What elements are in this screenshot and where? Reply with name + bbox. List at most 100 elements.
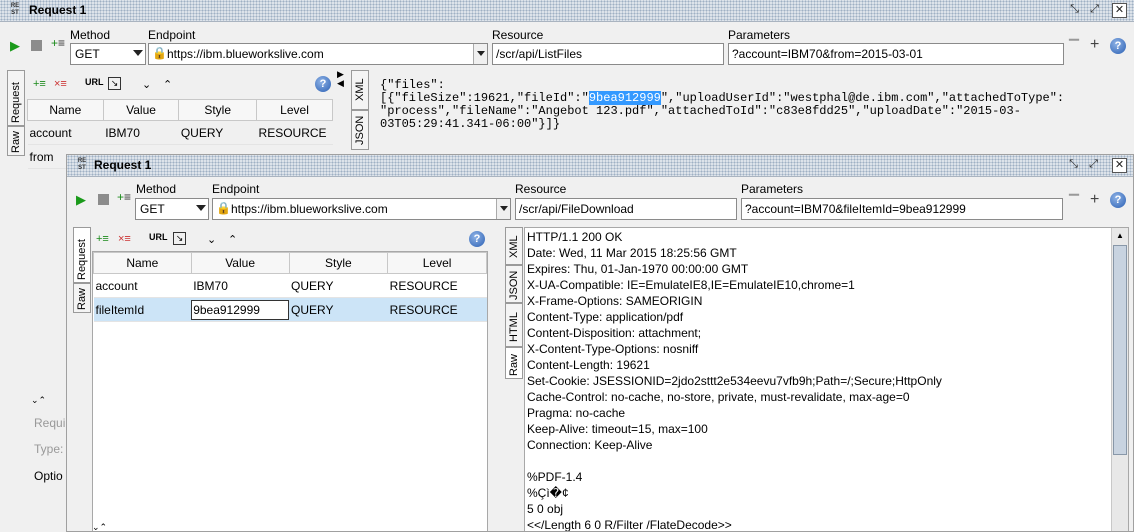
front-request-window: RE ST Request 1 ⤡ ⤢ ✕ Method Endpoint Res… xyxy=(66,154,1134,532)
lock-icon: 🔒 xyxy=(216,201,231,215)
close-icon[interactable]: ✕ xyxy=(1112,3,1127,18)
col-level[interactable]: Level xyxy=(387,252,487,274)
method-select[interactable]: GET xyxy=(70,43,146,65)
col-name[interactable]: Name xyxy=(27,99,104,121)
help-icon[interactable]: ? xyxy=(1110,192,1126,208)
json-response[interactable]: {"files": [{"fileSize":19621,"fileId":"9… xyxy=(380,79,1064,131)
move-up-icon[interactable]: ⌃ xyxy=(228,233,237,247)
back-window-titlebar[interactable]: RE ST Request 1 ⤡ ⤢ ✕ xyxy=(0,0,1134,22)
add-param-row-icon[interactable]: +≡ xyxy=(33,77,46,91)
col-value[interactable]: Value xyxy=(102,99,180,121)
collapse-icon[interactable]: ⌄⌃ xyxy=(31,393,46,407)
params-edit-icon[interactable]: ▔ xyxy=(1069,195,1079,209)
table-help-icon[interactable]: ? xyxy=(315,76,331,92)
resource-field[interactable]: /scr/api/ListFiles xyxy=(492,43,724,65)
table-row[interactable]: account IBM70 QUERY RESOURCE xyxy=(27,120,333,145)
col-style[interactable]: Style xyxy=(288,252,389,274)
remove-param-row-icon[interactable]: ×≡ xyxy=(118,232,131,246)
param-value[interactable]: IBM70 xyxy=(103,120,179,145)
endpoint-dropdown-icon[interactable] xyxy=(496,199,510,219)
endpoint-field[interactable]: 🔒 https://ibm.blueworkslive.com xyxy=(212,198,511,220)
add-param-row-icon[interactable]: +≡ xyxy=(96,232,109,246)
run-icon[interactable]: ▶ xyxy=(76,193,86,207)
move-up-icon[interactable]: ⌃ xyxy=(163,78,172,92)
param-name[interactable]: account xyxy=(93,273,192,298)
tab-json[interactable]: JSON xyxy=(351,110,369,150)
stop-icon[interactable] xyxy=(31,40,42,51)
remove-param-row-icon[interactable]: ×≡ xyxy=(54,77,67,91)
response-line: Connection: Keep-Alive xyxy=(527,438,653,452)
param-value-editor[interactable]: 9bea912999 xyxy=(191,297,289,322)
front-params-table: Name Value Style Level account IBM70 QUE… xyxy=(93,252,487,322)
scroll-thumb[interactable] xyxy=(1113,245,1127,455)
method-value: GET xyxy=(75,47,100,61)
endpoint-label: Endpoint xyxy=(148,28,196,42)
collapse-icon[interactable]: ⌄⌃ xyxy=(92,520,107,531)
chevron-down-icon xyxy=(133,50,143,56)
maximize-icon[interactable]: ⤢ xyxy=(1087,3,1102,18)
splitter-icon[interactable]: ▶ ◀ xyxy=(337,70,344,88)
param-name[interactable]: fileItemId xyxy=(93,297,192,322)
front-window-titlebar[interactable]: RE ST Request 1 ⤡ ⤢ ✕ xyxy=(67,155,1133,177)
tab-raw-response[interactable]: Raw xyxy=(505,347,523,379)
tab-xml[interactable]: XML xyxy=(505,227,523,265)
move-down-icon[interactable]: ⌄ xyxy=(142,78,151,92)
minimize-icon[interactable]: ⤡ xyxy=(1067,3,1082,18)
col-value[interactable]: Value xyxy=(190,252,290,274)
tab-html[interactable]: HTML xyxy=(505,303,523,347)
front-window-title: Request 1 xyxy=(94,158,152,172)
maximize-icon[interactable]: ⤢ xyxy=(1086,158,1101,173)
required-label: Requi xyxy=(34,416,66,430)
resource-field[interactable]: /scr/api/FileDownload xyxy=(515,198,737,220)
endpoint-dropdown-icon[interactable] xyxy=(473,44,487,64)
param-style[interactable]: QUERY xyxy=(289,273,388,298)
add-param-icon[interactable]: + xyxy=(1090,192,1099,208)
param-level[interactable]: RESOURCE xyxy=(387,273,487,298)
tab-raw[interactable]: Raw xyxy=(73,283,91,313)
tab-raw[interactable]: Raw xyxy=(7,126,25,156)
run-icon[interactable]: ▶ xyxy=(10,39,20,53)
stop-icon[interactable] xyxy=(98,194,109,205)
endpoint-field[interactable]: 🔒 https://ibm.blueworkslive.com xyxy=(148,43,488,65)
param-name[interactable]: account xyxy=(27,120,104,145)
params-edit-icon[interactable]: ▔ xyxy=(1069,40,1079,54)
col-style[interactable]: Style xyxy=(178,99,258,121)
url-params-icon[interactable]: URL xyxy=(149,230,168,244)
col-level[interactable]: Level xyxy=(256,99,333,121)
parameters-field[interactable]: ?account=IBM70&from=2015-03-01 xyxy=(728,43,1064,65)
table-help-icon[interactable]: ? xyxy=(469,231,485,247)
table-row[interactable]: fileItemId 9bea912999 QUERY RESOURCE xyxy=(93,297,487,322)
param-level[interactable]: RESOURCE xyxy=(387,297,487,322)
col-name[interactable]: Name xyxy=(93,252,192,274)
expand-icon[interactable]: ↘ xyxy=(173,232,186,245)
tab-xml[interactable]: XML xyxy=(351,70,369,110)
response-line: HTTP/1.1 200 OK xyxy=(527,230,623,244)
param-value[interactable]: IBM70 xyxy=(191,273,289,298)
response-panel[interactable]: HTTP/1.1 200 OK Date: Wed, 11 Mar 2015 18… xyxy=(524,227,1129,531)
expand-icon[interactable]: ↘ xyxy=(108,77,121,90)
help-icon[interactable]: ? xyxy=(1110,38,1126,54)
url-params-icon[interactable]: URL xyxy=(85,75,104,89)
parameters-label: Parameters xyxy=(728,28,791,42)
minimize-icon[interactable]: ⤡ xyxy=(1066,158,1081,173)
tab-json[interactable]: JSON xyxy=(505,265,523,303)
close-icon[interactable]: ✕ xyxy=(1112,158,1127,173)
add-step-icon[interactable]: +≡ xyxy=(117,190,131,204)
endpoint-value: https://ibm.blueworkslive.com xyxy=(231,202,388,216)
method-label: Method xyxy=(70,28,111,42)
move-down-icon[interactable]: ⌄ xyxy=(207,233,216,247)
table-row[interactable]: account IBM70 QUERY RESOURCE xyxy=(93,273,487,298)
rest-icon: RE ST xyxy=(77,158,87,171)
add-param-icon[interactable]: + xyxy=(1090,37,1099,53)
param-style[interactable]: QUERY xyxy=(289,297,388,322)
scroll-up-icon[interactable]: ▲ xyxy=(1112,228,1128,244)
parameters-field[interactable]: ?account=IBM70&fileItemId=9bea912999 xyxy=(741,198,1063,220)
tab-request[interactable]: Request xyxy=(7,70,25,126)
response-scrollbar[interactable]: ▲ xyxy=(1111,228,1128,531)
add-step-icon[interactable]: +≡ xyxy=(51,36,65,50)
param-style[interactable]: QUERY xyxy=(178,120,257,145)
tab-request[interactable]: Request xyxy=(73,227,91,283)
method-select[interactable]: GET xyxy=(135,198,209,220)
param-level[interactable]: RESOURCE xyxy=(256,120,333,145)
param-value-input[interactable]: 9bea912999 xyxy=(191,299,289,320)
